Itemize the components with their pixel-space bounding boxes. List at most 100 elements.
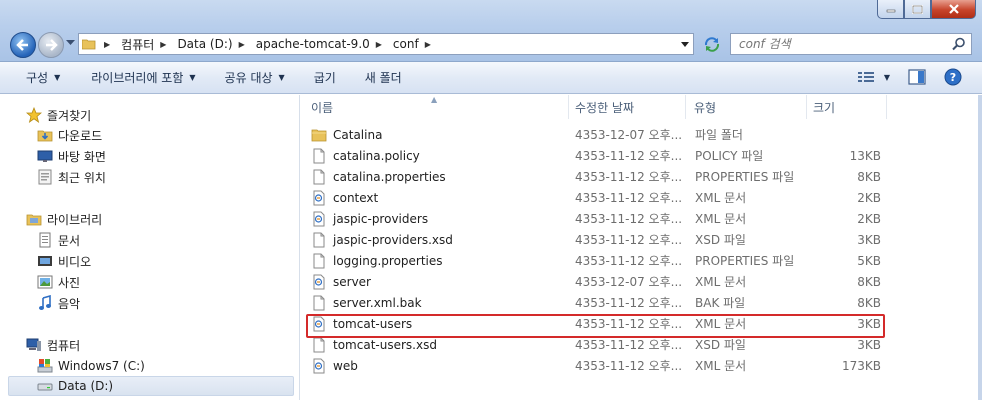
column-header-type[interactable]: 유형	[686, 95, 807, 119]
file-date: 4353-11-12 오후...	[575, 233, 683, 247]
file-row[interactable]: Catalina 4353-12-07 오후... 파일 폴더	[311, 124, 883, 145]
chevron-down-icon: ▼	[54, 73, 61, 82]
breadcrumb-label: apache-tomcat-9.0	[255, 37, 370, 51]
search-box[interactable]	[730, 33, 972, 55]
file-row[interactable]: logging.properties 4353-11-12 오후... PROPER…	[311, 250, 883, 271]
xml-file-icon	[311, 274, 327, 290]
nav-videos[interactable]: 비디오	[37, 251, 91, 271]
pictures-icon	[37, 274, 53, 290]
file-date: 4353-11-12 오후...	[575, 296, 683, 310]
nav-downloads[interactable]: 다운로드	[37, 125, 102, 145]
file-name-cell: catalina.policy	[311, 145, 566, 166]
share-label: 공유 대상	[224, 71, 273, 85]
file-row[interactable]: server.xml.bak 4353-11-12 오후... BAK 파일 8KB	[311, 292, 883, 313]
breadcrumb-label: 컴퓨터	[121, 37, 155, 52]
file-row[interactable]: jaspic-providers.xsd 4353-11-12 오후... XSD …	[311, 229, 883, 250]
nav-label: 비디오	[58, 254, 92, 269]
file-icon	[311, 337, 327, 353]
navigation-pane: 즐겨찾기 다운로드 바탕 화면 최근 위치 라이브러리 문서 비디오 사진 음악…	[0, 95, 300, 400]
organize-button[interactable]: 구성 ▼	[0, 62, 73, 93]
include-library-button[interactable]: 라이브러리에 포함 ▼	[73, 62, 208, 93]
breadcrumb-conf[interactable]: conf ▶	[390, 34, 439, 54]
file-row[interactable]: catalina.properties 4353-11-12 오후... PROPE…	[311, 166, 883, 187]
nav-desktop[interactable]: 바탕 화면	[37, 146, 106, 166]
breadcrumb-drive-d[interactable]: Data (D:) ▶	[174, 34, 252, 54]
column-header-date[interactable]: 수정한 날짜	[569, 95, 686, 119]
file-name: logging.properties	[333, 253, 443, 268]
recent-pages-chevron-icon[interactable]	[66, 40, 75, 46]
file-row[interactable]: catalina.policy 4353-11-12 오후... POLICY 파일…	[311, 145, 883, 166]
share-button[interactable]: 공유 대상 ▼	[209, 62, 298, 93]
nav-recent-places[interactable]: 최근 위치	[37, 167, 106, 187]
new-folder-button[interactable]: 새 폴더	[349, 62, 415, 93]
file-name: context	[333, 190, 379, 205]
file-date: 4353-11-12 오후...	[575, 212, 683, 226]
file-name: web	[333, 358, 358, 373]
breadcrumb-root-chevron[interactable]: ▶	[99, 34, 118, 54]
breadcrumb-tomcat[interactable]: apache-tomcat-9.0 ▶	[253, 34, 390, 54]
xml-file-icon	[311, 358, 327, 374]
back-button[interactable]	[10, 32, 36, 58]
nav-pictures[interactable]: 사진	[37, 272, 80, 292]
nav-drive-c[interactable]: Windows7 (C:)	[37, 356, 145, 376]
address-bar[interactable]: ▶ 컴퓨터 ▶ Data (D:) ▶ apache-tomcat-9.0 ▶ con…	[78, 33, 694, 55]
nav-computer[interactable]: 컴퓨터	[26, 335, 80, 355]
breadcrumb-label: conf	[392, 37, 419, 51]
nav-documents[interactable]: 문서	[37, 230, 80, 250]
maximize-icon	[912, 4, 923, 14]
refresh-button[interactable]	[700, 33, 724, 55]
file-name: server	[333, 274, 371, 289]
file-row[interactable]: context 4353-11-12 오후... XML 문서 2KB	[311, 187, 883, 208]
file-size: 8KB	[857, 295, 881, 310]
chevron-down-icon: ▼	[278, 73, 285, 82]
close-button[interactable]	[931, 0, 976, 19]
file-name-cell: Catalina	[311, 124, 566, 145]
minimize-button[interactable]	[877, 0, 904, 19]
nav-label: 바탕 화면	[58, 149, 106, 164]
title-bar: ▶ 컴퓨터 ▶ Data (D:) ▶ apache-tomcat-9.0 ▶ con…	[0, 0, 982, 62]
forward-arrow-icon	[46, 39, 58, 51]
back-arrow-icon	[16, 39, 28, 51]
forward-button[interactable]	[38, 32, 64, 58]
nav-favorites[interactable]: 즐겨찾기	[26, 105, 91, 125]
chevron-down-icon: ▼	[189, 73, 196, 82]
breadcrumb-computer[interactable]: 컴퓨터 ▶	[118, 34, 174, 54]
maximize-button[interactable]	[904, 0, 931, 19]
preview-pane-icon[interactable]	[908, 69, 926, 85]
file-size: 5KB	[857, 253, 881, 268]
file-icon	[311, 253, 327, 269]
nav-label: 최근 위치	[58, 170, 106, 185]
file-row[interactable]: server 4353-12-07 오후... XML 문서 8KB	[311, 271, 883, 292]
file-date: 4353-12-07 오후...	[575, 128, 683, 142]
videos-icon	[37, 253, 53, 269]
burn-button[interactable]: 굽기	[298, 62, 349, 93]
refresh-icon	[704, 37, 720, 52]
address-history-chevron-icon[interactable]	[679, 38, 691, 50]
column-header-label: 유형	[694, 100, 717, 115]
file-name: jaspic-providers.xsd	[333, 232, 453, 247]
file-icon	[311, 232, 327, 248]
file-row[interactable]: jaspic-providers 4353-11-12 오후... XML 문서 2K…	[311, 208, 883, 229]
file-type: PROPERTIES 파일	[695, 254, 795, 268]
nav-music[interactable]: 음악	[37, 293, 80, 313]
file-type: XML 문서	[695, 359, 747, 373]
nav-drive-d[interactable]: Data (D:)	[8, 376, 294, 396]
column-header-name[interactable]: 이름	[311, 95, 569, 119]
organize-label: 구성	[26, 71, 49, 85]
file-row[interactable]: web 4353-11-12 오후... XML 문서 173KB	[311, 355, 883, 376]
file-type: POLICY 파일	[695, 149, 764, 163]
window-border	[978, 95, 982, 400]
file-date: 4353-11-12 오후...	[575, 149, 683, 163]
breadcrumb-label: Data (D:)	[177, 37, 233, 51]
burn-label: 굽기	[313, 71, 336, 85]
view-options-button[interactable]: ▼	[857, 71, 890, 83]
column-header-size[interactable]: 크기	[807, 95, 887, 119]
file-name-cell: logging.properties	[311, 250, 566, 271]
help-icon[interactable]: ?	[944, 68, 962, 86]
search-input[interactable]	[739, 37, 939, 51]
nav-libraries[interactable]: 라이브러리	[26, 209, 102, 229]
file-type: XSD 파일	[695, 233, 746, 247]
search-icon[interactable]	[952, 37, 966, 51]
downloads-folder-icon	[37, 127, 53, 143]
file-name-cell: jaspic-providers.xsd	[311, 229, 566, 250]
